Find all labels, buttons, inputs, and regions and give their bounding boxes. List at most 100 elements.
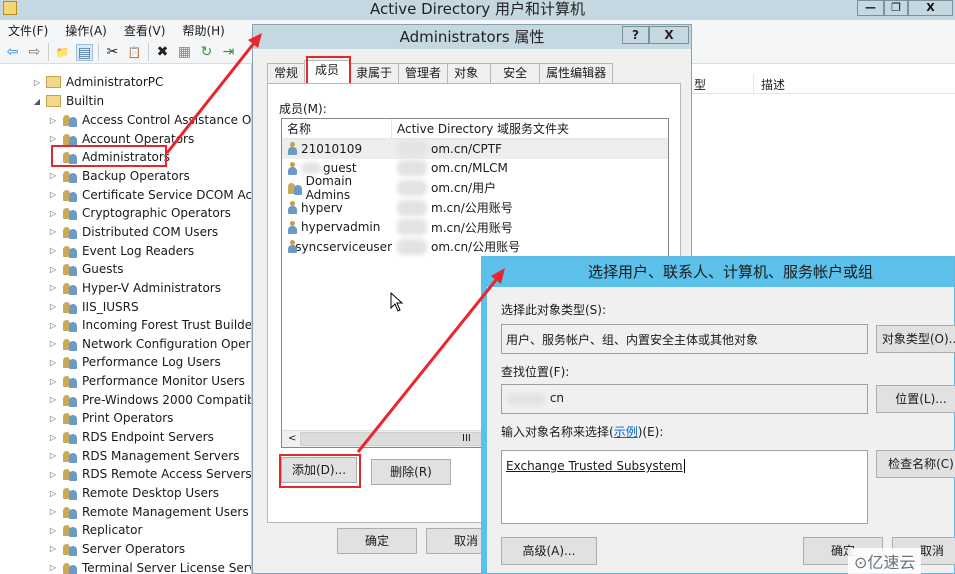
object-names-input[interactable]: Exchange Trusted Subsystem: [501, 450, 868, 524]
tab-managed-by[interactable]: 管理者: [398, 63, 449, 83]
ok-button[interactable]: 确定: [337, 528, 417, 554]
expand-arrow-icon[interactable]: ▷: [48, 377, 58, 386]
expand-arrow-icon[interactable]: ▷: [48, 358, 58, 367]
help-button[interactable]: ?: [622, 26, 649, 44]
member-row[interactable]: Domain Admins om.cn/用户: [282, 174, 668, 202]
tree-node-group[interactable]: ▷ Server Operators: [48, 540, 185, 558]
expand-arrow-icon[interactable]: ▷: [48, 451, 58, 460]
back-icon[interactable]: ⇦: [4, 44, 21, 61]
tree-node-group[interactable]: ▷ Remote Management Users: [48, 503, 249, 521]
tree-node-group[interactable]: ▷ Hyper-V Administrators: [48, 279, 221, 297]
menu-file[interactable]: 文件(F): [8, 22, 48, 39]
expand-arrow-icon[interactable]: ▷: [48, 265, 58, 274]
tree-node-group[interactable]: ▷ RDS Endpoint Servers: [48, 428, 214, 446]
tree-node-group[interactable]: ▷ IIS_IUSRS: [48, 298, 139, 316]
expand-arrow-icon[interactable]: ▷: [48, 134, 58, 143]
forward-icon[interactable]: ⇨: [26, 44, 43, 61]
tree-node-group[interactable]: ▷ Certificate Service DCOM Acces: [48, 186, 251, 204]
dialog-close-button[interactable]: X: [649, 26, 689, 44]
tree-node-group[interactable]: ▷ Terminal Server License Servers: [48, 559, 251, 574]
tree-node-group[interactable]: ▷ Access Control Assistance Ope: [48, 111, 251, 129]
expand-arrow-icon[interactable]: ▷: [48, 246, 58, 255]
tree-node-builtin[interactable]: ◢ Builtin: [32, 92, 104, 110]
cut-icon[interactable]: ✂: [104, 44, 121, 61]
member-row[interactable]: hyperv m.cn/公用账号: [282, 198, 668, 218]
member-row[interactable]: syncserviceuser om.cn/公用账号: [282, 237, 668, 257]
expand-arrow-icon[interactable]: ▷: [48, 302, 58, 311]
expand-arrow-icon[interactable]: ▷: [48, 507, 58, 516]
tree-node-group[interactable]: ▷ Performance Monitor Users: [48, 372, 245, 390]
expand-arrow-icon[interactable]: ▷: [48, 283, 58, 292]
expand-arrow-icon[interactable]: ▷: [48, 414, 58, 423]
expand-arrow-icon[interactable]: ▷: [48, 171, 58, 180]
tree-node-group[interactable]: ▷ Pre-Windows 2000 Compatible: [48, 391, 251, 409]
menu-view[interactable]: 查看(V): [124, 22, 166, 39]
tree-node-group[interactable]: ▷ Guests: [48, 260, 124, 278]
member-row[interactable]: hypervadmin m.cn/公用账号: [282, 217, 668, 237]
expand-arrow-icon[interactable]: ▷: [48, 227, 58, 236]
tree-node-group[interactable]: ▷ Event Log Readers: [48, 242, 194, 260]
tree-node-group[interactable]: ▷ Backup Operators: [48, 167, 190, 185]
close-button[interactable]: X: [908, 0, 953, 16]
show-console-tree-icon[interactable]: ▤: [76, 43, 93, 61]
tab-attribute-editor[interactable]: 属性编辑器: [539, 63, 614, 83]
tree-node-group[interactable]: ▷ Network Configuration Operato: [48, 335, 251, 353]
expand-arrow-icon[interactable]: ▷: [48, 489, 58, 498]
tree-node-label: AdministratorPC: [66, 75, 164, 89]
collapse-arrow-icon[interactable]: ◢: [32, 97, 42, 106]
export-list-icon[interactable]: ⇥: [220, 44, 237, 61]
tree-node-group[interactable]: ▷ Remote Desktop Users: [48, 484, 219, 502]
column-description[interactable]: 描述: [761, 76, 785, 93]
tree-node-group[interactable]: ▷ Cryptographic Operators: [48, 204, 231, 222]
tree-node-group[interactable]: ▷ RDS Remote Access Servers: [48, 465, 251, 483]
tree-node-group[interactable]: ▷ Replicator: [48, 521, 142, 539]
expand-arrow-icon[interactable]: ▷: [48, 433, 58, 442]
paste-icon[interactable]: 📋: [126, 44, 143, 61]
tree-node-group[interactable]: ▷ Print Operators: [48, 409, 173, 427]
tab-object[interactable]: 对象: [447, 63, 492, 83]
delete-icon[interactable]: ✖: [154, 44, 171, 61]
column-ad-folder[interactable]: Active Directory 域服务文件夹: [392, 119, 668, 138]
tree-node-group[interactable]: ▷ Performance Log Users: [48, 353, 221, 371]
expand-arrow-icon[interactable]: ▷: [48, 395, 58, 404]
minimize-button[interactable]: —: [857, 0, 884, 16]
tree-node-group[interactable]: ▷ RDS Management Servers: [48, 447, 239, 465]
expand-arrow-icon[interactable]: ▷: [48, 470, 58, 479]
expand-arrow-icon[interactable]: ▷: [48, 116, 58, 125]
expand-arrow-icon[interactable]: ▷: [48, 190, 58, 199]
advanced-button[interactable]: 高级(A)...: [501, 537, 597, 565]
column-type[interactable]: 型: [694, 76, 706, 93]
tree-node-group[interactable]: ▷ Distributed COM Users: [48, 223, 218, 241]
menu-action[interactable]: 操作(A): [65, 22, 107, 39]
tree-node-group[interactable]: ▷ Incoming Forest Trust Builders: [48, 316, 251, 334]
expand-arrow-icon[interactable]: ▷: [48, 526, 58, 535]
refresh-icon[interactable]: ↻: [198, 44, 215, 61]
up-folder-icon[interactable]: 📁: [54, 44, 71, 61]
member-row[interactable]: 21010109 om.cn/CPTF: [282, 139, 668, 159]
tree-node-administratorpc[interactable]: ▷ AdministratorPC: [32, 73, 164, 91]
examples-link[interactable]: 示例: [614, 425, 638, 439]
console-tree[interactable]: ▷ AdministratorPC ◢ Builtin ▷ Access Cont…: [0, 64, 252, 574]
menu-help[interactable]: 帮助(H): [182, 22, 224, 39]
expand-arrow-icon[interactable]: ▷: [48, 563, 58, 572]
properties-icon[interactable]: ▦: [176, 44, 193, 61]
column-name[interactable]: 名称: [282, 119, 392, 138]
restore-button[interactable]: ❐: [884, 0, 908, 16]
tree-node-label: Backup Operators: [82, 168, 190, 183]
expand-arrow-icon[interactable]: ▷: [48, 339, 58, 348]
locations-button[interactable]: 位置(L)...: [876, 385, 955, 413]
remove-button[interactable]: 删除(R): [371, 459, 451, 485]
expand-arrow-icon[interactable]: ▷: [48, 209, 58, 218]
expand-arrow-icon[interactable]: ▷: [32, 78, 42, 87]
object-types-button[interactable]: 对象类型(O)...: [876, 325, 955, 353]
tab-member-of[interactable]: 隶属于: [349, 63, 400, 83]
member-name-cell: hyperv: [282, 201, 392, 215]
group-icon: [62, 486, 78, 500]
tab-security[interactable]: 安全: [490, 63, 541, 83]
scroll-left-icon[interactable]: <: [288, 433, 296, 444]
check-names-button[interactable]: 检查名称(C): [876, 450, 955, 478]
tab-general[interactable]: 常规: [267, 63, 306, 83]
expand-arrow-icon[interactable]: ▷: [48, 321, 58, 330]
member-folder: om.cn/用户: [431, 181, 497, 196]
expand-arrow-icon[interactable]: ▷: [48, 544, 58, 553]
